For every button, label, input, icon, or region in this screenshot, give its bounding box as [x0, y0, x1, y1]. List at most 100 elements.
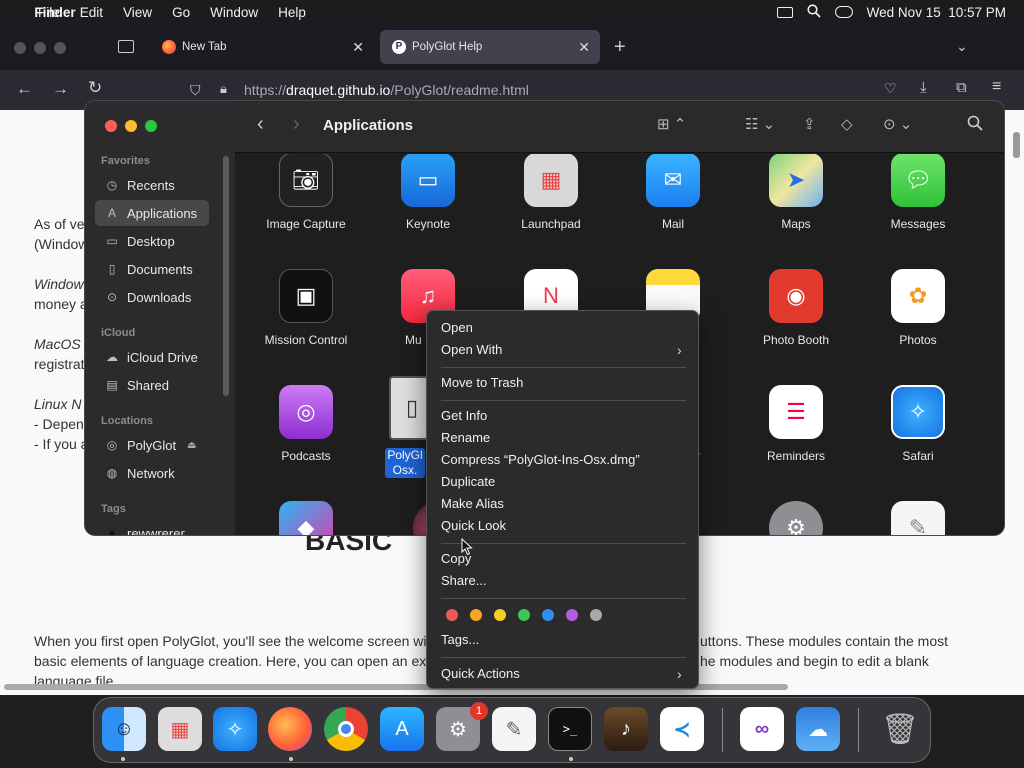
sidebar-item-recents[interactable]: ◷ Recents	[95, 172, 209, 198]
app-image-capture[interactable]: 📷︎ Image Capture	[251, 154, 361, 232]
close-icon[interactable]: ✕	[578, 39, 590, 56]
sidebar-item-downloads[interactable]: ⊙ Downloads	[95, 284, 209, 310]
forward-arrow-icon[interactable]: →	[52, 79, 69, 99]
menu-item-open-with[interactable]: Open With ›	[441, 342, 686, 362]
app-textedit[interactable]: ✎	[863, 501, 973, 535]
sidebar-item-desktop[interactable]: ▭ Desktop	[95, 228, 209, 254]
menu-item-get-info[interactable]: Get Info	[441, 408, 487, 428]
dock-trash-icon[interactable]: 🗑︎	[878, 707, 922, 751]
dock-app-store-icon[interactable]: A	[380, 707, 424, 751]
sidebar-item-network[interactable]: ◍ Network	[95, 460, 209, 486]
window-zoom-dot[interactable]	[54, 42, 66, 54]
sidebar-item-shared[interactable]: ▤ Shared	[95, 372, 209, 398]
menu-item-quick-look[interactable]: Quick Look	[441, 518, 506, 538]
window-minimize-dot[interactable]	[34, 42, 46, 54]
tab-new-tab[interactable]: New Tab ✕	[150, 30, 374, 64]
app-podcasts[interactable]: ◎ Podcasts	[251, 385, 361, 464]
menu-datetime[interactable]: Wed Nov 15 10:57 PM	[867, 5, 1006, 20]
window-close-dot[interactable]	[14, 42, 26, 54]
app-launchpad[interactable]: ▦ Launchpad	[496, 154, 606, 232]
sidebar-item-tag[interactable]: ● rewwrerer	[95, 520, 209, 536]
app-safari[interactable]: ✧ Safari	[863, 385, 973, 464]
tag-color-orange[interactable]	[470, 609, 482, 621]
lock-icon[interactable]: 🔒︎	[220, 81, 227, 97]
menu-item-make-alias[interactable]: Make Alias	[441, 496, 504, 516]
sidebar-item-applications[interactable]: A Applications	[95, 200, 209, 226]
dock-visual-studio-icon[interactable]: ∞	[740, 707, 784, 751]
close-icon[interactable]: ✕	[352, 39, 364, 56]
downloads-icon[interactable]: ⤓	[920, 79, 927, 96]
close-button[interactable]	[105, 120, 117, 132]
tag-color-red[interactable]	[446, 609, 458, 621]
dock-instruments-icon[interactable]: ♪	[604, 707, 648, 751]
pocket-icon[interactable]: ♡	[884, 80, 897, 97]
sidebar-item-polyglot[interactable]: ◎ PolyGlot ⏏	[95, 432, 209, 458]
page-text: When you first open PolyGlot, you'll see…	[34, 633, 427, 649]
control-center-icon[interactable]	[834, 6, 853, 18]
app-maps[interactable]: ➤ Maps	[741, 154, 851, 232]
menu-item-share[interactable]: Share...	[441, 573, 487, 593]
menu-app-name[interactable]: Finder	[0, 5, 110, 20]
hamburger-menu-icon[interactable]: ≡	[992, 78, 1001, 96]
firefox-view-icon[interactable]	[118, 40, 134, 53]
tab-polyglot-help[interactable]: P PolyGlot Help ✕	[380, 30, 600, 64]
tag-color-blue[interactable]	[542, 609, 554, 621]
app-photos[interactable]: ✿ Photos	[863, 269, 973, 348]
page-scrollbar[interactable]	[1013, 132, 1020, 158]
tag-color-gray[interactable]	[590, 609, 602, 621]
zoom-button[interactable]	[145, 120, 157, 132]
menu-item-open[interactable]: Open	[441, 320, 473, 340]
menu-view[interactable]: View	[123, 5, 152, 20]
tag-color-yellow[interactable]	[494, 609, 506, 621]
search-icon[interactable]	[967, 115, 983, 135]
app-photo-booth[interactable]: ◉ Photo Booth	[741, 269, 851, 348]
forward-chevron-icon[interactable]: ›	[293, 113, 300, 136]
dock-firefox-icon[interactable]	[268, 707, 312, 751]
menu-item-move-to-trash[interactable]: Move to Trash	[441, 375, 523, 395]
app-mail[interactable]: ✉ Mail	[618, 154, 728, 232]
dock-vscode-icon[interactable]: ≺	[660, 707, 704, 751]
dock-terminal-icon[interactable]: >_	[548, 707, 592, 751]
more-actions-icon[interactable]: ⊙ ⌄	[883, 115, 912, 133]
spotlight-icon[interactable]	[807, 3, 821, 21]
menu-go[interactable]: Go	[172, 5, 190, 20]
menu-item-rename[interactable]: Rename	[441, 430, 490, 450]
menu-help[interactable]: Help	[278, 5, 306, 20]
app-system-settings[interactable]: ⚙	[741, 501, 851, 535]
app-shortcuts[interactable]: ◆	[251, 501, 361, 535]
back-arrow-icon[interactable]: ←	[16, 79, 33, 99]
sidebar-scrollbar[interactable]	[223, 156, 229, 396]
icon-view-icon[interactable]: ⊞ ⌃	[657, 115, 686, 133]
minimize-button[interactable]	[125, 120, 137, 132]
menu-window[interactable]: Window	[210, 5, 258, 20]
app-reminders[interactable]: ☰ Reminders	[741, 385, 851, 464]
group-by-icon[interactable]: ☷ ⌄	[745, 115, 775, 133]
dock-finder-icon[interactable]: ☺	[102, 707, 146, 751]
share-icon[interactable]: ⇪	[803, 115, 816, 133]
dock-textedit-icon[interactable]: ✎	[492, 707, 536, 751]
sidebar-item-icloud-drive[interactable]: ☁ iCloud Drive	[95, 344, 209, 370]
eject-icon[interactable]: ⏏	[187, 440, 196, 451]
dock-chrome-icon[interactable]	[324, 707, 368, 751]
extensions-icon[interactable]: ⧉	[956, 79, 967, 96]
menu-item-duplicate[interactable]: Duplicate	[441, 474, 495, 494]
screen-mirror-icon[interactable]	[776, 6, 793, 18]
list-all-tabs-icon[interactable]: ⌄	[956, 38, 968, 55]
shield-icon[interactable]: ⛉	[190, 82, 201, 99]
dock-safari-icon[interactable]: ✧	[213, 707, 257, 751]
menu-item-tags[interactable]: Tags...	[441, 632, 479, 652]
reload-icon[interactable]: ↻	[88, 78, 102, 98]
app-keynote[interactable]: ▭ Keynote	[373, 154, 483, 232]
back-chevron-icon[interactable]: ‹	[257, 113, 264, 136]
app-mission-control[interactable]: ▣ Mission Control	[251, 269, 361, 348]
tag-color-purple[interactable]	[566, 609, 578, 621]
new-tab-icon[interactable]: +	[614, 36, 626, 59]
tag-color-green[interactable]	[518, 609, 530, 621]
sidebar-item-documents[interactable]: ▯ Documents	[95, 256, 209, 282]
tag-icon[interactable]: ◇	[841, 115, 853, 133]
dock-launchpad-icon[interactable]: ▦	[158, 707, 202, 751]
dock-weather-icon[interactable]: ☁	[796, 707, 840, 751]
menu-item-compress[interactable]: Compress “PolyGlot-Ins-Osx.dmg”	[441, 452, 640, 472]
menu-item-quick-actions[interactable]: Quick Actions ›	[441, 666, 686, 686]
app-messages[interactable]: 💬︎ Messages	[863, 154, 973, 232]
